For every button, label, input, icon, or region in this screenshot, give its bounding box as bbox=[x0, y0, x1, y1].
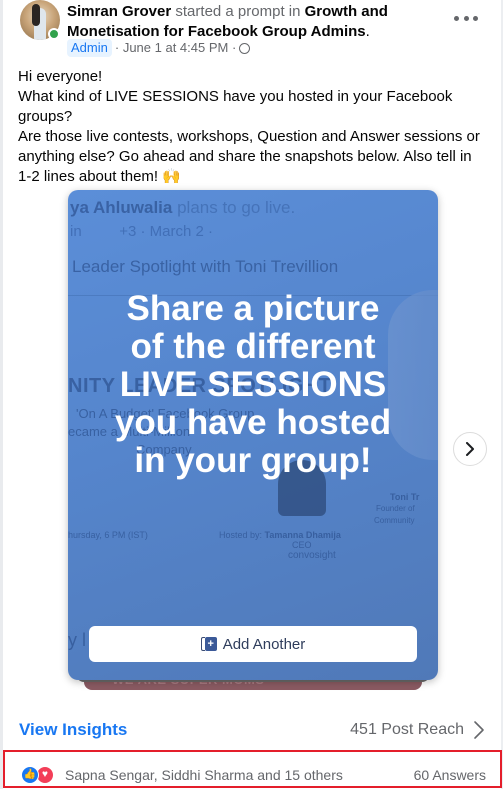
meta-separator: · bbox=[231, 40, 237, 55]
prompt-title-line: in your group! bbox=[134, 441, 372, 480]
more-dot-icon bbox=[473, 15, 478, 21]
answers-count[interactable]: 60 Answers bbox=[414, 767, 486, 783]
post-body: Hi everyone! What kind of LIVE SESSIONS … bbox=[18, 68, 480, 185]
online-status-dot bbox=[48, 28, 60, 40]
prompt-card[interactable]: ya Ahluwalia plans to go live. in +3 · M… bbox=[68, 190, 438, 680]
admin-badge[interactable]: Admin bbox=[67, 39, 112, 57]
headline-period: . bbox=[365, 23, 370, 40]
carousel-next-button[interactable] bbox=[453, 432, 487, 466]
post-meta: Admin · June 1 at 4:45 PM · bbox=[67, 39, 251, 57]
post-action: started a prompt in bbox=[175, 3, 301, 20]
snapshot-hosted-by: Hosted by: Tamanna Dhamija bbox=[219, 530, 341, 540]
author-name[interactable]: Simran Grover bbox=[67, 3, 171, 20]
post-reach[interactable]: 451 Post Reach bbox=[350, 721, 464, 739]
snapshot-event-title: Leader Spotlight with Toni Trevillion bbox=[72, 257, 339, 276]
more-dot-icon bbox=[454, 15, 459, 21]
reaction-icons[interactable]: ♥ 👍 bbox=[21, 766, 61, 784]
add-another-label: Add Another bbox=[222, 635, 306, 653]
prompt-title-line: Share a picture bbox=[126, 289, 380, 328]
chevron-right-icon bbox=[466, 442, 474, 456]
snapshot-guest-role: Community bbox=[374, 516, 415, 525]
more-dot-icon bbox=[463, 15, 469, 21]
prompt-title-line: of the different bbox=[130, 327, 376, 366]
chevron-right-icon[interactable] bbox=[472, 720, 486, 740]
meta-separator: · bbox=[114, 40, 120, 55]
snapshot-host-company: convosight bbox=[288, 550, 336, 561]
snapshot-host-title: CEO bbox=[292, 540, 312, 550]
reactors-summary[interactable]: Sapna Sengar, Siddhi Sharma and 15 other… bbox=[65, 767, 343, 783]
globe-icon bbox=[239, 42, 251, 54]
prompt-title: Share a picture of the different LIVE SE… bbox=[68, 290, 438, 480]
snapshot-schedule: hursday, 6 PM (IST) bbox=[68, 530, 148, 540]
avatar-hair bbox=[32, 4, 40, 26]
page-left-edge bbox=[0, 0, 3, 789]
snapshot-guest-name: Toni Tr bbox=[390, 492, 420, 502]
prompt-carousel: WE ARE SUPER MOMS ya Ahluwalia plans to … bbox=[68, 190, 438, 700]
post-header: Simran Grover started a prompt in Growth… bbox=[18, 0, 488, 60]
add-photo-icon: + bbox=[200, 636, 217, 652]
insights-row: View Insights 451 Post Reach bbox=[18, 718, 488, 742]
more-options-button[interactable] bbox=[454, 10, 478, 26]
add-another-button[interactable]: + Add Another bbox=[89, 626, 417, 662]
view-insights-link[interactable]: View Insights bbox=[19, 720, 127, 740]
reactions-bar: ♥ 👍 Sapna Sengar, Siddhi Sharma and 15 o… bbox=[3, 750, 502, 788]
prompt-title-line: LIVE SESSIONS bbox=[119, 365, 387, 404]
snapshot-guest-role: Founder of bbox=[376, 504, 415, 513]
prompt-title-line: you have hosted bbox=[114, 403, 392, 442]
snapshot-meta: in +3 · March 2 · bbox=[70, 223, 213, 240]
snapshot-footer: y l bbox=[68, 630, 86, 650]
post-headline: Simran Grover started a prompt in Growth… bbox=[67, 2, 447, 42]
post-timestamp[interactable]: June 1 at 4:45 PM bbox=[123, 39, 229, 57]
like-icon: 👍 bbox=[21, 766, 39, 784]
snapshot-author: ya Ahluwalia plans to go live. bbox=[70, 198, 296, 217]
